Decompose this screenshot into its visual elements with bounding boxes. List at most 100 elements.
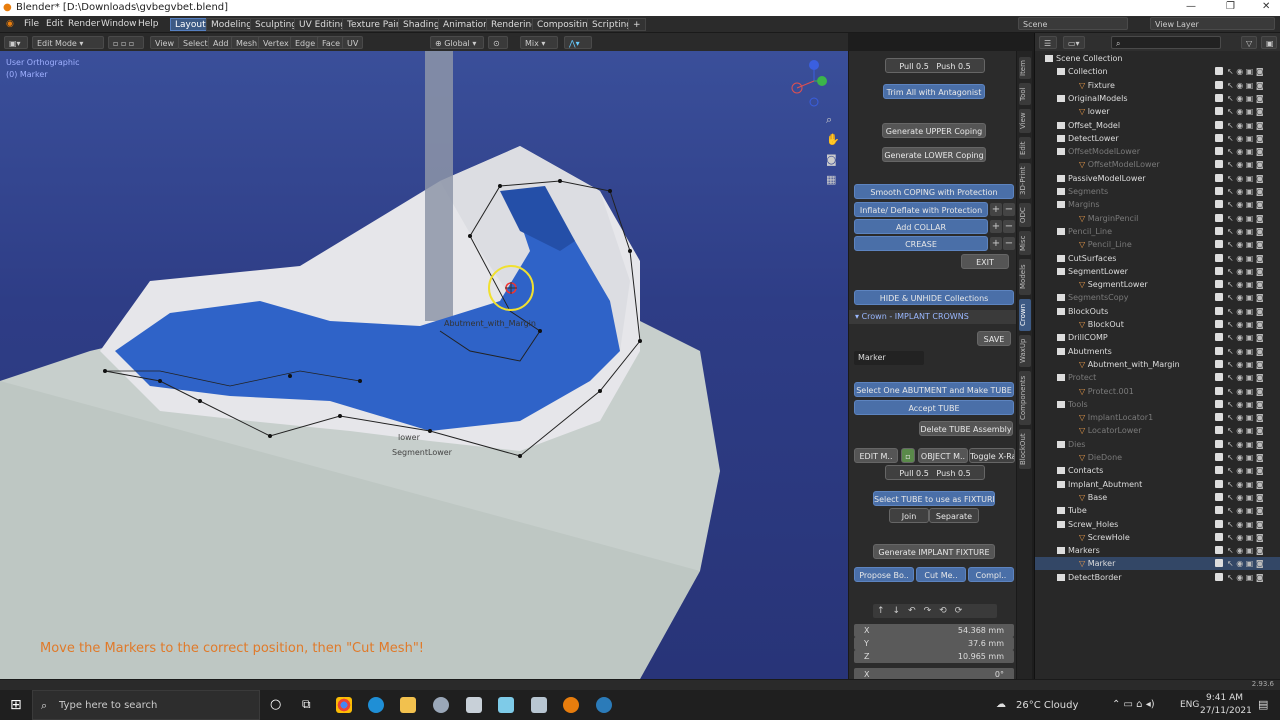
- menu-uv[interactable]: UV: [342, 36, 364, 49]
- exclude-checkbox[interactable]: [1215, 439, 1223, 448]
- outliner-row[interactable]: Scene Collection: [1035, 52, 1280, 65]
- exclude-checkbox[interactable]: [1215, 506, 1223, 515]
- exclude-checkbox[interactable]: [1215, 160, 1223, 169]
- menu-add[interactable]: Add: [208, 36, 234, 49]
- exclude-checkbox[interactable]: [1215, 386, 1223, 395]
- exclude-checkbox[interactable]: [1215, 67, 1223, 76]
- clock-date[interactable]: 27/11/2021: [1200, 706, 1252, 716]
- app-icon-4[interactable]: [531, 697, 547, 713]
- close-button[interactable]: ✕: [1262, 1, 1270, 12]
- visibility-toggle-icons[interactable]: ↖ ◉ ▣ ◙: [1227, 451, 1264, 464]
- exclude-checkbox[interactable]: [1215, 492, 1223, 501]
- toggle-xray-button[interactable]: Toggle X-Ray: [969, 448, 1015, 463]
- tab-item[interactable]: Item: [1019, 57, 1031, 79]
- task-view-icon[interactable]: ⧉: [302, 697, 311, 712]
- pull-mid-button[interactable]: Pull 0.5: [899, 469, 928, 478]
- exclude-checkbox[interactable]: [1215, 413, 1223, 422]
- select-tube-fixture-button[interactable]: Select TUBE to use as FIXTURE: [873, 491, 995, 506]
- select-mode-buttons[interactable]: ▫ ▫ ▫: [108, 36, 144, 49]
- exclude-checkbox[interactable]: [1215, 306, 1223, 315]
- outliner-row[interactable]: SegmentLower ↖ ◉ ▣ ◙: [1035, 265, 1280, 278]
- tab-components[interactable]: Components: [1019, 371, 1031, 425]
- outliner-row[interactable]: ▽ SegmentLower ↖ ◉ ▣ ◙: [1035, 278, 1280, 291]
- edge-icon[interactable]: [368, 697, 384, 713]
- visibility-toggle-icons[interactable]: ↖ ◉ ▣ ◙: [1227, 172, 1264, 185]
- notifications-icon[interactable]: ▤: [1258, 698, 1268, 711]
- outliner-row[interactable]: ▽ Pencil_Line ↖ ◉ ▣ ◙: [1035, 238, 1280, 251]
- pull-top-button[interactable]: Pull 0.5: [899, 62, 928, 71]
- visibility-toggle-icons[interactable]: ↖ ◉ ▣ ◙: [1227, 92, 1264, 105]
- visibility-toggle-icons[interactable]: ↖ ◉ ▣ ◙: [1227, 252, 1264, 265]
- exclude-checkbox[interactable]: [1215, 546, 1223, 555]
- visibility-toggle-icons[interactable]: ↖ ◉ ▣ ◙: [1227, 185, 1264, 198]
- outliner-row[interactable]: BlockOuts ↖ ◉ ▣ ◙: [1035, 305, 1280, 318]
- exclude-checkbox[interactable]: [1215, 93, 1223, 102]
- viewport-3d[interactable]: User Orthographic (0) Marker Abutment_wi…: [0, 51, 848, 679]
- exclude-checkbox[interactable]: [1215, 373, 1223, 382]
- visibility-toggle-icons[interactable]: ↖ ◉ ▣ ◙: [1227, 571, 1264, 584]
- coord-y-field[interactable]: Y 37.6 mm: [854, 637, 1014, 650]
- blender-menu-icon[interactable]: ◉: [6, 19, 14, 29]
- visibility-toggle-icons[interactable]: ↖ ◉ ▣ ◙: [1227, 424, 1264, 437]
- exclude-checkbox[interactable]: [1215, 572, 1223, 581]
- outliner-row[interactable]: ▽ Protect.001 ↖ ◉ ▣ ◙: [1035, 385, 1280, 398]
- taskbar-search-box[interactable]: ⌕ Type here to search: [32, 690, 260, 720]
- exclude-checkbox[interactable]: [1215, 479, 1223, 488]
- delete-tube-assembly-button[interactable]: Delete TUBE Assembly: [919, 421, 1013, 436]
- exclude-checkbox[interactable]: [1215, 173, 1223, 182]
- exclude-checkbox[interactable]: [1215, 120, 1223, 129]
- join-button[interactable]: Join: [889, 508, 929, 523]
- exclude-checkbox[interactable]: [1215, 559, 1223, 568]
- outliner-row[interactable]: Pencil_Line ↖ ◉ ▣ ◙: [1035, 225, 1280, 238]
- tab-blockout[interactable]: BlockOut: [1019, 429, 1031, 469]
- editor-type-button[interactable]: ▣▾: [4, 36, 28, 49]
- snap-icon[interactable]: ⋀▾: [564, 36, 592, 49]
- coord-x-field[interactable]: X 54.368 mm: [854, 624, 1014, 637]
- visibility-toggle-icons[interactable]: ↖ ◉ ▣ ◙: [1227, 385, 1264, 398]
- generate-upper-coping-button[interactable]: Generate UPPER Coping: [882, 123, 986, 138]
- exclude-checkbox[interactable]: [1215, 320, 1223, 328]
- outliner-row[interactable]: Dies ↖ ◉ ▣ ◙: [1035, 438, 1280, 451]
- exclude-checkbox[interactable]: [1215, 200, 1223, 209]
- exclude-checkbox[interactable]: [1215, 453, 1223, 461]
- exclude-checkbox[interactable]: [1215, 240, 1223, 249]
- maximize-button[interactable]: ❐: [1226, 1, 1235, 12]
- exclude-checkbox[interactable]: [1215, 133, 1223, 142]
- outliner-row[interactable]: Margins ↖ ◉ ▣ ◙: [1035, 198, 1280, 211]
- visibility-toggle-icons[interactable]: ↖ ◉ ▣ ◙: [1227, 105, 1264, 118]
- visibility-toggle-icons[interactable]: ↖ ◉ ▣ ◙: [1227, 212, 1264, 225]
- menu-face[interactable]: Face: [317, 36, 346, 49]
- visibility-toggle-icons[interactable]: ↖ ◉ ▣ ◙: [1227, 331, 1264, 344]
- outliner-row[interactable]: ▽ Abutment_with_Margin ↖ ◉ ▣ ◙: [1035, 358, 1280, 371]
- visibility-toggle-icons[interactable]: ↖ ◉ ▣ ◙: [1227, 225, 1264, 238]
- file-explorer-icon[interactable]: [400, 697, 416, 713]
- tab-layout[interactable]: Layout: [170, 18, 211, 31]
- new-collection-icon[interactable]: ▣: [1261, 36, 1277, 49]
- visibility-toggle-icons[interactable]: ↖ ◉ ▣ ◙: [1227, 158, 1264, 171]
- visibility-toggle-icons[interactable]: ↖ ◉ ▣ ◙: [1227, 278, 1264, 291]
- outliner-row[interactable]: DrillCOMP ↖ ◉ ▣ ◙: [1035, 331, 1280, 344]
- outliner-row[interactable]: Tube ↖ ◉ ▣ ◙: [1035, 504, 1280, 517]
- trim-antagonist-button[interactable]: Trim All with Antagonist: [883, 84, 985, 99]
- app-icon-3[interactable]: [498, 697, 514, 713]
- propose-border-button[interactable]: Propose Bo..: [854, 567, 914, 582]
- separate-button[interactable]: Separate: [929, 508, 979, 523]
- exclude-checkbox[interactable]: [1215, 280, 1223, 289]
- hide-unhide-collections-button[interactable]: HIDE & UNHIDE Collections: [854, 290, 1014, 305]
- edit-mode-button[interactable]: EDIT M..: [854, 448, 898, 463]
- outliner-row[interactable]: DetectBorder ↖ ◉ ▣ ◙: [1035, 571, 1280, 584]
- mode-selector[interactable]: Edit Mode ▾: [32, 36, 104, 49]
- exclude-checkbox[interactable]: [1215, 266, 1223, 275]
- tab-3d-print[interactable]: 3D-Print: [1019, 163, 1031, 199]
- exclude-checkbox[interactable]: [1215, 399, 1223, 408]
- blender-taskbar-icon[interactable]: [563, 697, 579, 713]
- pan-hand-icon[interactable]: ✋: [826, 133, 840, 146]
- clock-time[interactable]: 9:41 AM: [1206, 693, 1243, 703]
- outliner-row[interactable]: DetectLower ↖ ◉ ▣ ◙: [1035, 132, 1280, 145]
- select-abutment-make-tube-button[interactable]: Select One ABUTMENT and Make TUBE: [854, 382, 1014, 397]
- visibility-toggle-icons[interactable]: ↖ ◉ ▣ ◙: [1227, 145, 1264, 158]
- coord-z-field[interactable]: Z 10.965 mm: [854, 650, 1014, 663]
- outliner-row[interactable]: Collection ↖ ◉ ▣ ◙: [1035, 65, 1280, 78]
- tab-crown[interactable]: Crown: [1019, 299, 1031, 331]
- visibility-toggle-icons[interactable]: ↖ ◉ ▣ ◙: [1227, 557, 1264, 570]
